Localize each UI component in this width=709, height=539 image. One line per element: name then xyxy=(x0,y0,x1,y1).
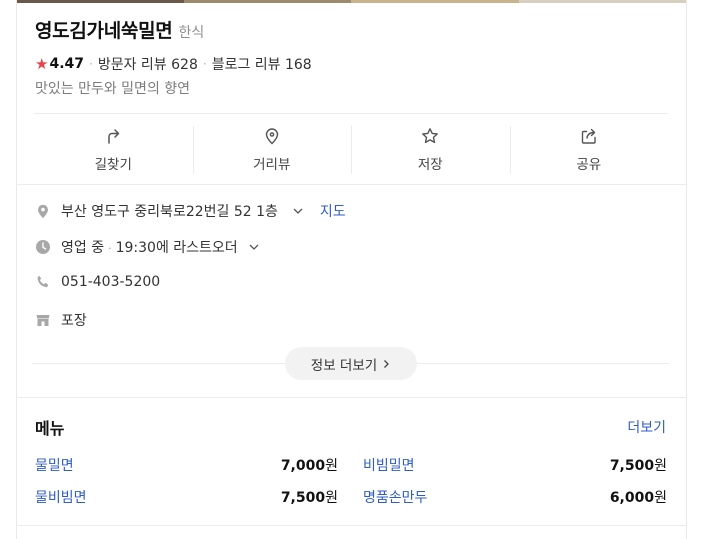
review-stats: ★ 4.47 · 방문자 리뷰 628 · 블로그 리뷰 168 xyxy=(35,54,312,74)
share-button[interactable]: 공유 xyxy=(509,114,669,185)
phone-number[interactable]: 051-403-5200 xyxy=(61,274,160,290)
title-row: 영도김가네쑥밀면 한식 xyxy=(35,16,204,43)
clock-icon xyxy=(35,239,51,255)
menu-item-price: 6,000 xyxy=(609,490,655,506)
menu-item: 비빔밀면 7,500원 xyxy=(363,455,667,475)
separator-dot: · xyxy=(108,242,112,255)
menu-item-name[interactable]: 비빔밀면 xyxy=(363,455,415,475)
address-text: 부산 영도구 중리북로22번길 52 1층 xyxy=(61,204,278,220)
menu-item: 물비빔면 7,500원 xyxy=(35,487,338,507)
location-icon xyxy=(35,203,51,219)
chevron-down-icon[interactable] xyxy=(248,241,260,253)
street-view-label: 거리뷰 xyxy=(253,156,291,173)
blog-reviews-link[interactable]: 블로그 리뷰 168 xyxy=(212,54,312,74)
save-button[interactable]: 저장 xyxy=(351,114,510,185)
directions-label: 길찾기 xyxy=(94,156,132,173)
menu-item: 물밀면 7,000원 xyxy=(35,455,338,475)
chevron-down-icon[interactable] xyxy=(292,205,304,217)
street-view-button[interactable]: 거리뷰 xyxy=(192,114,352,185)
divider xyxy=(16,397,687,398)
share-icon xyxy=(581,128,596,144)
menu-more-link[interactable]: 더보기 xyxy=(627,417,666,437)
star-outline-icon xyxy=(422,127,439,143)
chevron-right-icon xyxy=(384,359,390,368)
directions-button[interactable]: 길찾기 xyxy=(34,114,193,185)
address-row: 부산 영도구 중리북로22번길 52 1층 지도 xyxy=(35,201,346,221)
menu-item-price: 7,500 xyxy=(280,490,326,506)
menu-item-price: 7,000 xyxy=(280,458,326,474)
menu-title: 메뉴 xyxy=(35,419,65,438)
rating-value: 4.47 xyxy=(49,56,84,72)
divider xyxy=(16,184,687,185)
phone-icon xyxy=(35,274,51,290)
phone-row: 051-403-5200 xyxy=(35,274,160,290)
menu-item-unit: 원 xyxy=(325,458,338,474)
more-info-button[interactable]: 정보 더보기 xyxy=(285,347,417,380)
action-bar: 길찾기 거리뷰 저장 공유 xyxy=(34,113,668,185)
separator-dot: · xyxy=(89,57,93,71)
store-icon xyxy=(35,312,51,328)
service-text: 포장 xyxy=(61,313,87,329)
place-description: 맛있는 만두와 밀면의 향연 xyxy=(35,81,191,97)
location-pin-icon xyxy=(265,127,278,144)
share-label: 공유 xyxy=(576,156,602,173)
separator-dot: · xyxy=(202,57,207,71)
save-label: 저장 xyxy=(417,156,443,173)
last-order-text: 19:30에 라스트오더 xyxy=(115,240,238,256)
divider xyxy=(16,525,687,526)
star-icon: ★ xyxy=(35,55,49,73)
menu-item-price: 7,500 xyxy=(609,458,655,474)
map-link[interactable]: 지도 xyxy=(320,201,346,221)
directions-icon xyxy=(108,128,120,144)
menu-item-name[interactable]: 물비빔면 xyxy=(35,487,87,507)
menu-item: 명품손만두 6,000원 xyxy=(363,487,667,507)
menu-item-name[interactable]: 물밀면 xyxy=(35,455,74,475)
service-row: 포장 xyxy=(35,310,87,330)
hours-row: 영업 중 · 19:30에 라스트오더 xyxy=(35,237,260,257)
menu-item-unit: 원 xyxy=(654,490,667,506)
place-name: 영도김가네쑥밀면 xyxy=(35,20,173,42)
place-category: 한식 xyxy=(178,25,205,41)
menu-item-unit: 원 xyxy=(325,490,338,506)
visitor-reviews-link[interactable]: 방문자 리뷰 628 xyxy=(98,54,198,74)
business-status: 영업 중 xyxy=(61,240,105,256)
menu-item-unit: 원 xyxy=(654,458,667,474)
more-info-label: 정보 더보기 xyxy=(310,357,378,374)
menu-item-name[interactable]: 명품손만두 xyxy=(363,487,427,507)
